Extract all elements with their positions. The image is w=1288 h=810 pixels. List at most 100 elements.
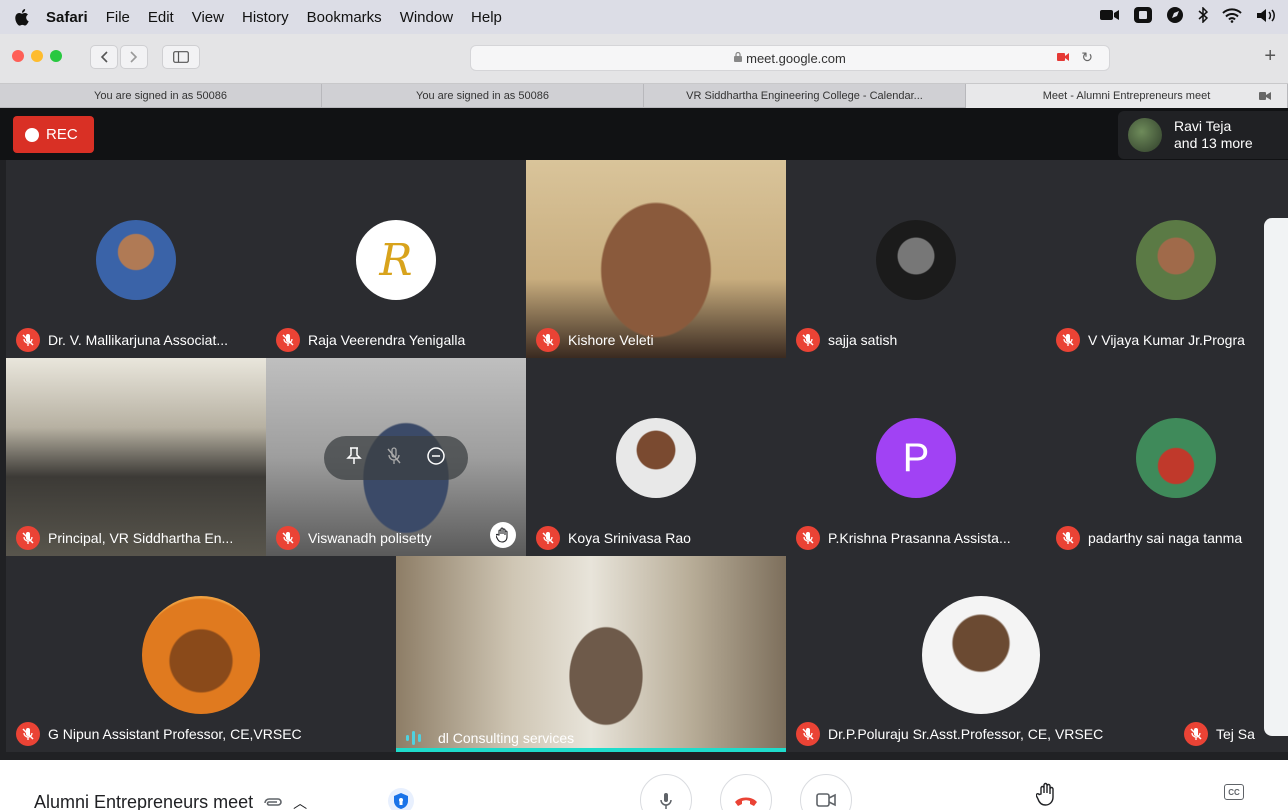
participant-tile[interactable]: padarthy sai naga tanma [1046,358,1288,556]
mic-off-icon [16,526,40,550]
side-panel-scroller[interactable] [1264,218,1288,736]
mic-off-icon [796,328,820,352]
close-window-button[interactable] [12,50,24,62]
sidebar-toggle-button[interactable] [162,45,200,69]
captions-icon[interactable]: CC [1224,784,1244,800]
menu-history[interactable]: History [242,9,289,26]
participant-name: padarthy sai naga tanma [1088,530,1243,546]
participants-summary[interactable]: Ravi Teja and 13 more [1118,111,1288,159]
url-text: meet.google.com [746,50,846,66]
fullscreen-window-button[interactable] [50,50,62,62]
reload-icon[interactable]: ↻ [1081,49,1093,66]
menu-file[interactable]: File [106,9,130,26]
microphone-toggle-button[interactable] [640,774,692,810]
menu-bookmarks[interactable]: Bookmarks [307,9,382,26]
back-button[interactable] [90,45,118,69]
leave-call-button[interactable] [720,774,772,810]
participant-name: Tej Sa [1216,726,1255,742]
avatar [1128,118,1162,152]
pin-icon[interactable] [346,446,362,470]
tab-label: Meet - Alumni Entrepreneurs meet [1042,90,1211,102]
speaking-highlight [396,748,786,752]
avatar-letter: P [876,418,956,498]
microphone-icon [660,793,672,809]
tab-signed-in-2[interactable]: You are signed in as 50086 [322,84,644,108]
tab-camera-icon [1259,92,1271,100]
recording-badge[interactable]: REC [13,116,94,153]
chevron-right-icon [130,51,138,63]
participant-tile[interactable]: V Vijaya Kumar Jr.Progra [1046,160,1288,358]
avatar [1136,220,1216,300]
avatar [922,596,1040,714]
mic-off-icon [16,328,40,352]
sidebar-icon [173,51,189,63]
participant-name: V Vijaya Kumar Jr.Progra [1088,332,1245,348]
screen-record-icon[interactable] [1100,8,1120,26]
participant-tile[interactable]: G Nipun Assistant Professor, CE,VRSEC [6,556,396,752]
screen-share-icon[interactable] [1134,7,1152,27]
participant-tile[interactable]: R Raja Veerendra Yenigalla [266,160,526,358]
menu-window[interactable]: Window [400,9,453,26]
wifi-icon[interactable] [1222,7,1242,27]
tab-meet[interactable]: Meet - Alumni Entrepreneurs meet [966,84,1288,108]
chevron-up-icon: ︿ [293,794,308,810]
participant-name: Dr.P.Poluraju Sr.Asst.Professor, CE, VRS… [828,726,1104,742]
tab-label: VR Siddhartha Engineering College - Cale… [686,90,923,102]
remove-participant-icon[interactable] [426,446,446,471]
participant-tile[interactable]: P P.Krishna Prasanna Assista... [786,358,1046,556]
participant-tile-video[interactable]: dl Consulting services [396,556,786,752]
tab-signed-in-1[interactable]: You are signed in as 50086 [0,84,322,108]
menu-help[interactable]: Help [471,9,502,26]
address-bar[interactable]: meet.google.com ↻ [470,45,1110,71]
menu-view[interactable]: View [192,9,224,26]
meet-top-strip: REC Ravi Teja and 13 more [0,108,1288,160]
mute-participant-icon[interactable] [386,446,402,470]
menu-edit[interactable]: Edit [148,9,174,26]
raise-hand-button[interactable] [1035,782,1062,808]
compass-icon[interactable] [1166,6,1184,28]
lock-icon [734,51,743,65]
participant-name: Dr. V. Mallikarjuna Associat... [48,332,229,348]
mic-off-icon [276,328,300,352]
participant-more: and 13 more [1174,135,1253,151]
attachment-icon [264,797,282,806]
safari-toolbar: meet.google.com ↻ + [0,34,1288,84]
mic-off-icon [796,722,820,746]
participant-tile[interactable]: sajja satish [786,160,1046,358]
participant-name: Raja Veerendra Yenigalla [308,332,466,348]
bluetooth-icon[interactable] [1198,6,1209,27]
new-tab-button[interactable]: + [1264,46,1276,66]
rec-label: REC [46,126,78,143]
camera-in-use-icon[interactable] [1057,52,1069,62]
mic-off-icon [1056,526,1080,550]
mic-off-icon [1184,722,1208,746]
macos-menu-bar: Safari File Edit View History Bookmarks … [0,0,1288,34]
avatar [876,220,956,300]
participant-name: Principal, VR Siddhartha En... [48,530,234,546]
record-dot-icon [25,127,39,142]
participant-tile[interactable]: Dr.P.Poluraju Sr.Asst.Professor, CE, VRS… [786,556,1176,752]
mic-off-icon [1056,328,1080,352]
menu-app-safari[interactable]: Safari [46,9,88,26]
participant-tile[interactable]: Koya Srinivasa Rao [526,358,786,556]
participant-name: Ravi Teja [1174,118,1232,134]
camera-toggle-button[interactable] [800,774,852,810]
participant-tile[interactable]: Dr. V. Mallikarjuna Associat... [6,160,266,358]
participant-tile-video[interactable]: Kishore Veleti [526,160,786,358]
minimize-window-button[interactable] [31,50,43,62]
meet-stage: REC Ravi Teja and 13 more Dr. V. Mallika… [0,108,1288,760]
meeting-details-button[interactable]: Alumni Entrepreneurs meet ︿ [34,792,307,810]
volume-icon[interactable] [1256,8,1278,27]
chevron-left-icon [100,51,108,63]
tab-calendar[interactable]: VR Siddhartha Engineering College - Cale… [644,84,966,108]
avatar: R [356,220,436,300]
meet-bottom-bar: Alumni Entrepreneurs meet ︿ CC [0,760,1288,810]
participant-name: Viswanadh polisetty [308,530,432,546]
host-controls-icon[interactable] [388,788,414,810]
apple-icon[interactable] [14,8,30,26]
participant-name: Koya Srinivasa Rao [568,530,691,546]
participant-tile-video[interactable]: Principal, VR Siddhartha En... [6,358,266,556]
forward-button[interactable] [120,45,148,69]
participant-tile-video[interactable]: Viswanadh polisetty [266,358,526,556]
mic-off-icon [796,526,820,550]
